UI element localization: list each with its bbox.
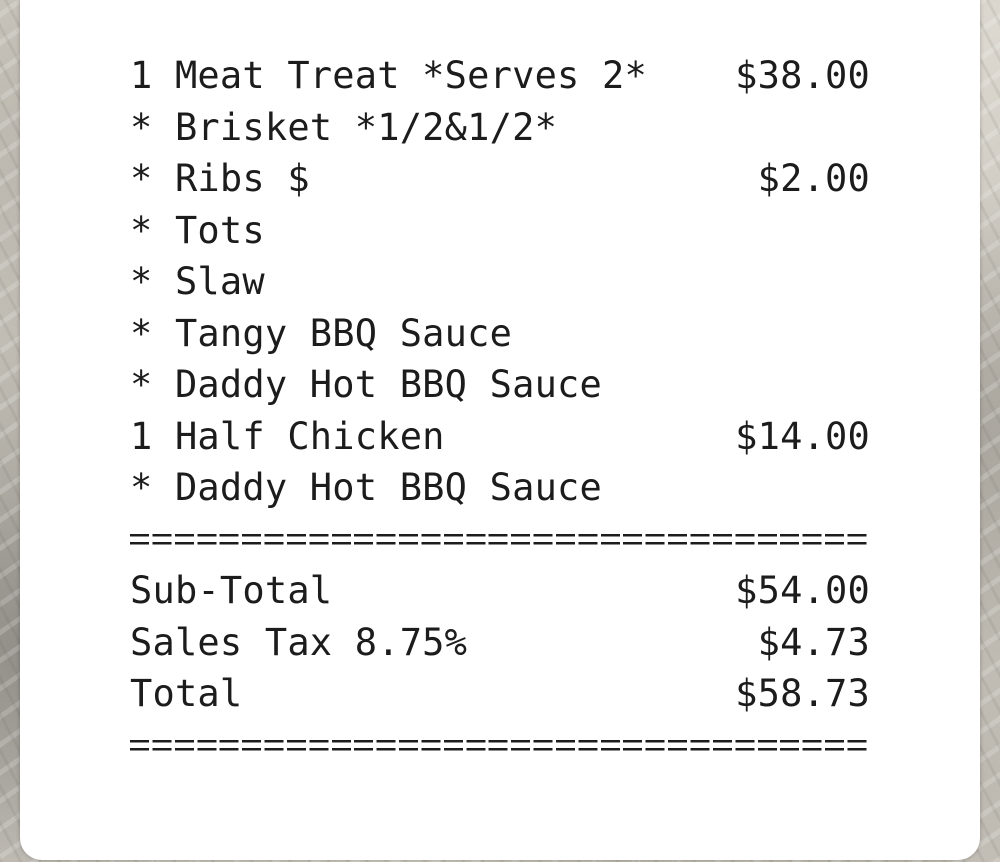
line-item-modifier: * Daddy Hot BBQ Sauce — [130, 359, 870, 411]
item-amount: $38.00 — [735, 54, 870, 97]
subtotal-label: Sub-Total — [130, 569, 333, 612]
receipt-card: 1 Meat Treat *Serves 2* $38.00 * Brisket… — [20, 0, 980, 860]
sales-tax-amount: $4.73 — [757, 620, 870, 664]
line-item: 1 Meat Treat *Serves 2* $38.00 — [130, 50, 870, 102]
item-label: 1 Meat Treat *Serves 2* — [130, 54, 647, 97]
line-item-modifier: * Daddy Hot BBQ Sauce — [130, 462, 870, 514]
total-amount: $58.73 — [735, 672, 870, 715]
item-label: * Tots — [130, 208, 265, 252]
item-label: * Slaw — [130, 260, 265, 303]
double-rule-line — [130, 739, 870, 751]
subtotal-row: Sub-Total $54.00 — [130, 565, 870, 617]
item-label: * Ribs $ — [130, 157, 310, 200]
subtotal-amount: $54.00 — [735, 569, 870, 612]
double-rule-line — [130, 533, 870, 545]
line-item-modifier: * Brisket *1/2&1/2* — [130, 102, 870, 154]
line-item-modifier: * Slaw — [130, 256, 870, 308]
item-label: 1 Half Chicken — [130, 414, 445, 458]
line-item: 1 Half Chicken $14.00 — [130, 411, 870, 463]
receipt-lines: 1 Meat Treat *Serves 2* $38.00 * Brisket… — [130, 50, 870, 771]
item-amount: $14.00 — [735, 414, 870, 458]
item-label: * Daddy Hot BBQ Sauce — [130, 466, 602, 509]
line-item-modifier: * Tots — [130, 205, 870, 257]
sales-tax-label: Sales Tax 8.75% — [130, 620, 468, 664]
item-label: * Daddy Hot BBQ Sauce — [130, 363, 602, 406]
double-rule-divider — [130, 720, 870, 772]
total-label: Total — [130, 672, 243, 715]
double-rule-divider — [130, 514, 870, 566]
item-amount: $2.00 — [757, 157, 870, 200]
line-item-modifier: * Tangy BBQ Sauce — [130, 308, 870, 360]
sales-tax-row: Sales Tax 8.75% $4.73 — [130, 617, 870, 669]
line-item-modifier: * Ribs $ $2.00 — [130, 153, 870, 205]
item-label: * Brisket *1/2&1/2* — [130, 105, 558, 149]
total-row: Total $58.73 — [130, 668, 870, 720]
item-label: * Tangy BBQ Sauce — [130, 311, 513, 355]
